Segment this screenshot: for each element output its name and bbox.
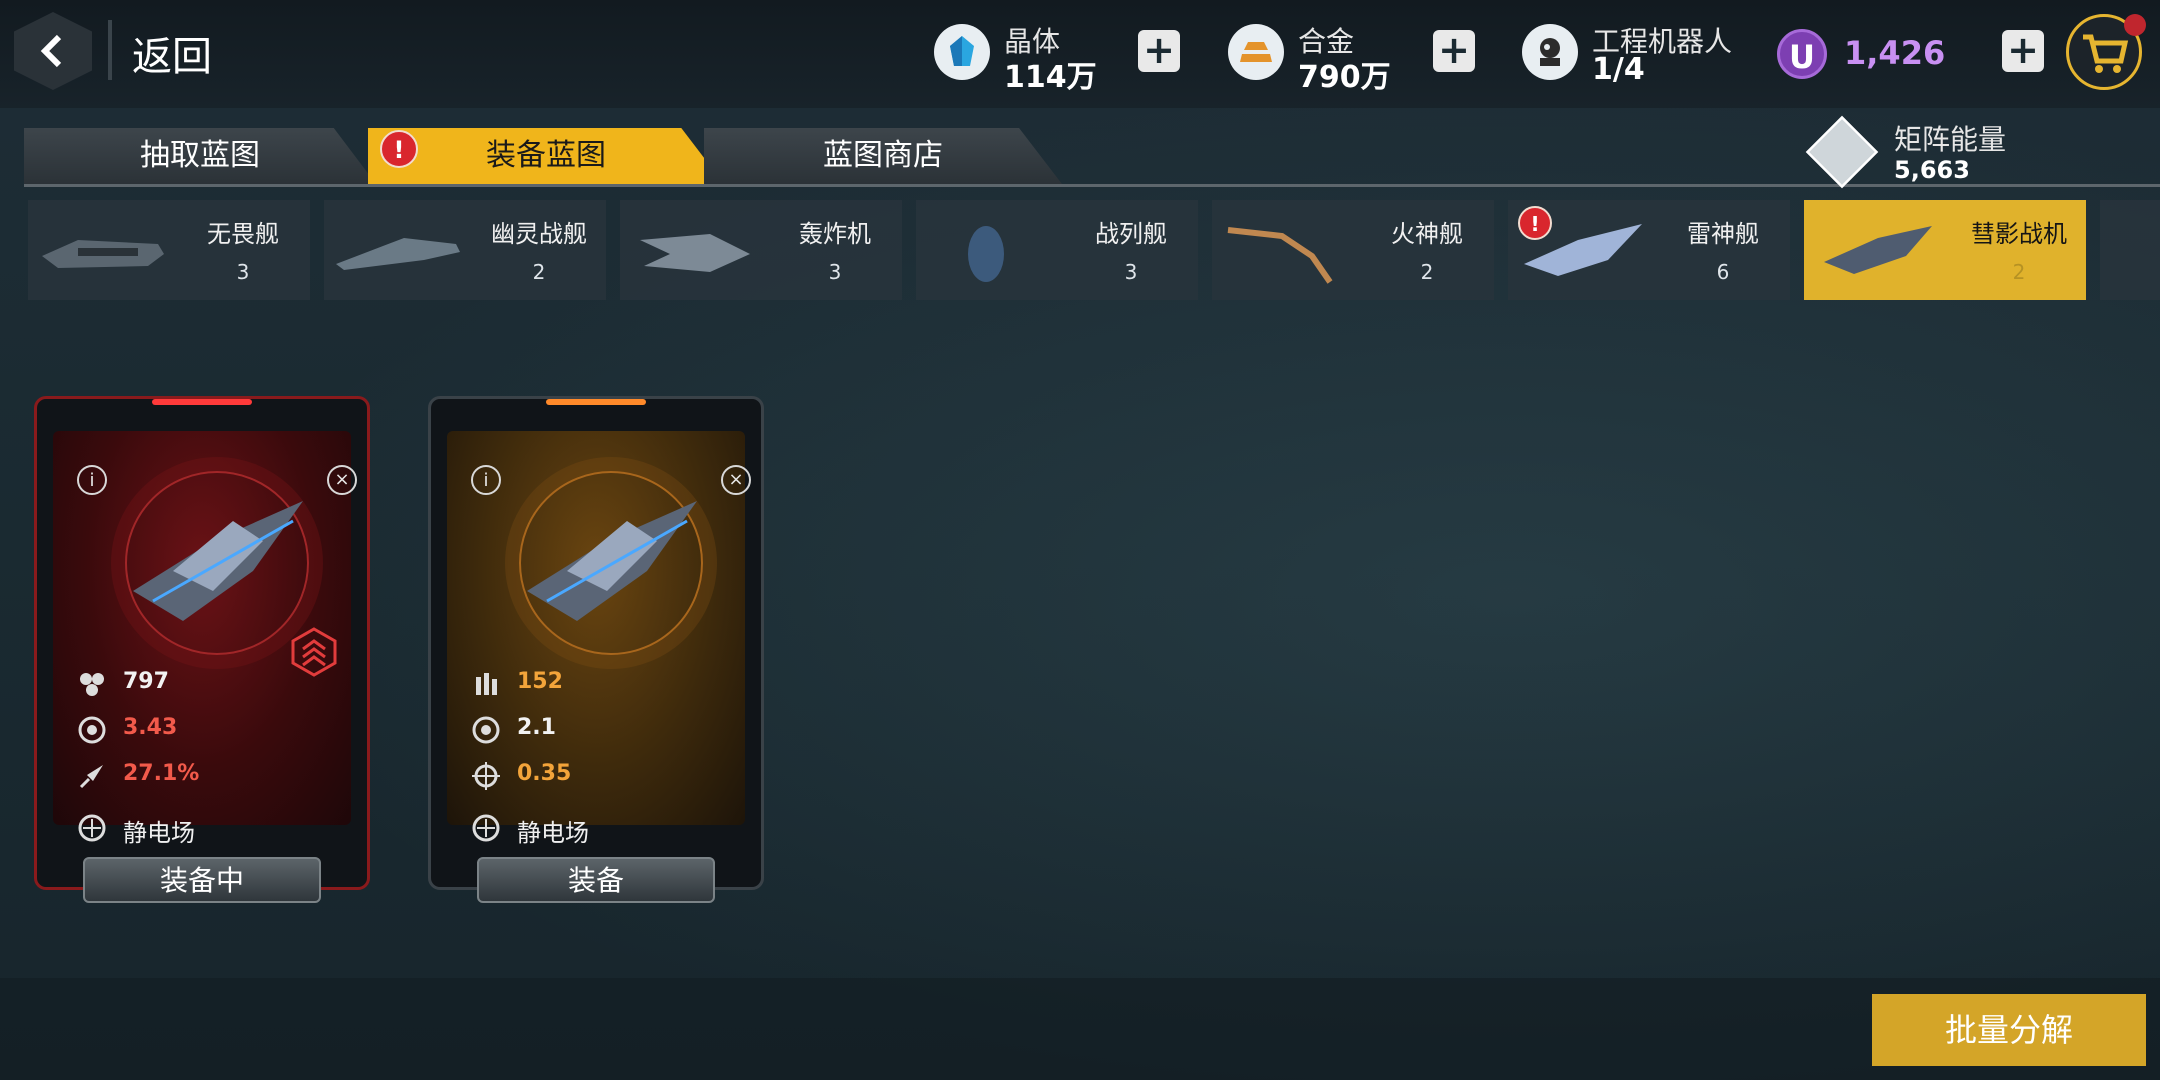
category-name: 战列舰: [1095, 220, 1167, 248]
close-icon[interactable]: ×: [721, 465, 751, 495]
stat-value: 0.35: [517, 761, 572, 786]
back-label[interactable]: 返回: [132, 24, 212, 82]
alloy-icon: [1228, 24, 1284, 80]
gear-icon: [472, 716, 500, 744]
ship-icon: [968, 226, 1004, 282]
resource-value: 114万: [1004, 60, 1097, 95]
crystal-icon: [934, 24, 990, 80]
rank-chevron-icon: [291, 627, 337, 677]
alert-icon: !: [1518, 206, 1552, 240]
stat-value: 152: [517, 669, 563, 694]
category-comet-fighter[interactable]: 彗影战机 2: [1804, 200, 2086, 300]
matrix-energy-label: 矩阵能量: [1894, 123, 2007, 156]
resource-value: 790万: [1298, 60, 1391, 95]
hexagon-cluster-icon: [80, 673, 104, 696]
tab-draw-blueprint[interactable]: 抽取蓝图: [24, 128, 376, 184]
equipped-button[interactable]: 装备中: [83, 857, 321, 903]
fighter-ship-icon: [527, 501, 697, 621]
resource-alloy: 合金 790万: [1228, 20, 1398, 95]
category-next-partial[interactable]: [2100, 200, 2160, 300]
resource-robot: 工程机器人 1/4: [1522, 20, 1752, 87]
category-vulcan-ship[interactable]: 火神舰 2: [1212, 200, 1494, 300]
resource-value: 1/4: [1592, 52, 1645, 87]
category-count: 3: [236, 260, 250, 284]
static-field-icon: [78, 814, 106, 842]
bottom-bar: [0, 978, 2160, 1080]
stat-value: 2.1: [517, 715, 556, 740]
robot-icon: [1522, 24, 1578, 80]
category-name: 无畏舰: [207, 220, 279, 248]
rarity-glow: [152, 399, 252, 405]
category-name: 雷神舰: [1687, 220, 1759, 248]
category-name: 幽灵战舰: [491, 220, 587, 248]
stat-value: 3.43: [123, 715, 178, 740]
info-icon[interactable]: i: [77, 465, 107, 495]
batch-disassemble-button[interactable]: 批量分解: [1872, 994, 2146, 1066]
card-panel: i × 797 3.43 27.1% 静电场: [53, 431, 357, 847]
blueprint-card[interactable]: i × 152 2.1 0.35 静电场 装备: [428, 396, 764, 903]
stat-value: 27.1%: [123, 761, 200, 786]
equip-button[interactable]: 装备: [477, 857, 715, 903]
category-count: 2: [2012, 260, 2026, 284]
rarity-glow: [546, 399, 646, 405]
matrix-energy-value: 5,663: [1894, 156, 1970, 184]
blueprint-card[interactable]: i × 797 3.43 27.1% 静电场 装备中: [34, 396, 370, 903]
crosshair-icon: [472, 762, 500, 790]
ship-category-bar: 无畏舰 3 幽灵战舰 2 轰炸机 3 战列舰 3 火神舰 2 ! 雷神舰 6 彗…: [28, 200, 2160, 300]
category-thor-ship[interactable]: ! 雷神舰 6: [1508, 200, 1790, 300]
category-name: 轰炸机: [799, 220, 871, 248]
category-name: 彗影战机: [1971, 220, 2067, 248]
category-count: 3: [828, 260, 842, 284]
card-panel: i × 152 2.1 0.35 静电场: [447, 431, 751, 847]
ship-icon: [42, 240, 164, 268]
rocket-icon: [79, 765, 103, 789]
add-premium-button[interactable]: +: [2002, 30, 2044, 72]
tab-blueprint-shop[interactable]: 蓝图商店: [704, 128, 1062, 184]
ship-icon: [1227, 227, 1333, 284]
ship-icon: [336, 238, 460, 270]
premium-currency-value: 1,426: [1844, 34, 1946, 72]
category-dreadnought[interactable]: 无畏舰 3: [28, 200, 310, 300]
tab-equip-blueprint[interactable]: 装备蓝图: [368, 128, 724, 184]
ship-icon: [1824, 226, 1932, 274]
close-icon[interactable]: ×: [327, 465, 357, 495]
category-battleship[interactable]: 战列舰 3: [916, 200, 1198, 300]
cart-notification-dot: [2124, 14, 2146, 36]
category-count: 3: [1124, 260, 1138, 284]
category-count: 2: [1420, 260, 1434, 284]
category-ghost-warship[interactable]: 幽灵战舰 2: [324, 200, 606, 300]
static-field-icon: [472, 814, 500, 842]
skill-name: 静电场: [517, 819, 589, 847]
bullets-icon: [476, 673, 497, 695]
category-bomber[interactable]: 轰炸机 3: [620, 200, 902, 300]
alert-icon: !: [380, 130, 418, 168]
category-count: 6: [1716, 260, 1730, 284]
skill-name: 静电场: [123, 819, 195, 847]
chevron-left-icon: [40, 34, 62, 68]
category-count: 2: [532, 260, 546, 284]
ship-icon: [640, 234, 750, 272]
add-crystal-button[interactable]: +: [1138, 30, 1180, 72]
category-name: 火神舰: [1391, 220, 1463, 248]
stat-value: 797: [123, 669, 169, 694]
info-icon[interactable]: i: [471, 465, 501, 495]
fighter-ship-icon: [133, 501, 303, 621]
resource-crystal: 晶体 114万: [934, 20, 1104, 95]
gear-icon: [78, 716, 106, 744]
premium-currency-icon: U: [1777, 29, 1827, 79]
divider: [108, 20, 112, 80]
add-alloy-button[interactable]: +: [1433, 30, 1475, 72]
